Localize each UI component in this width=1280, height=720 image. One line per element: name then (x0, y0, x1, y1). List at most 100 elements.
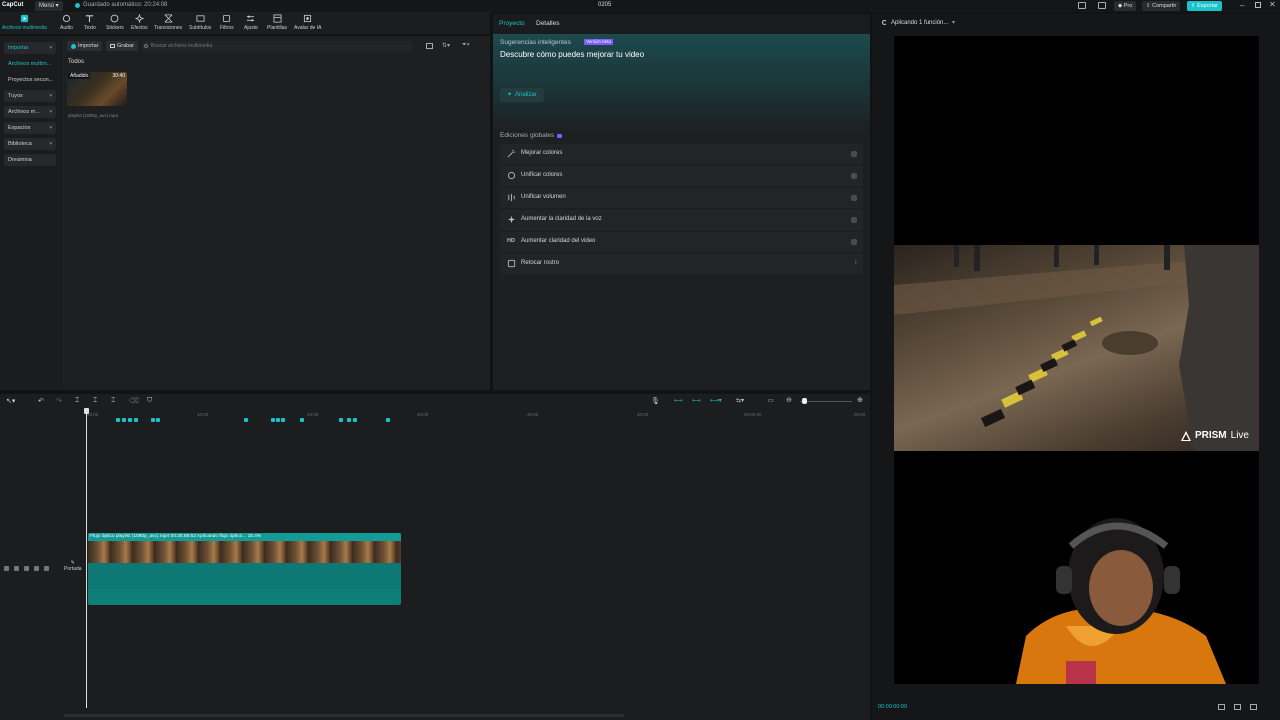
ruler-tick: 40:00 (417, 412, 429, 417)
record-button[interactable]: Grabar (106, 41, 139, 51)
tool-adjust[interactable]: Ajuste (244, 14, 258, 31)
timeline-markers (116, 418, 390, 422)
timeline-toolbar: ↖▾ ↶ ↷ ⌶ ⌶ ⌶ ⌫ ⛉ 🎙 ⟷ ⟷ ⟷▾ ⇆▾ ▭ ⊖ ⊕ (0, 394, 870, 408)
analyze-button[interactable]: ✦ Analizar (500, 88, 544, 102)
magnet-icon[interactable]: ⟷ (692, 397, 701, 404)
delete-icon[interactable]: ⌫ (129, 397, 139, 405)
eye-icon[interactable] (24, 566, 29, 571)
more-icon[interactable] (44, 566, 49, 571)
edit-row-voice-clarity[interactable]: Aumentar la claridad de la voz (500, 210, 863, 230)
edit-row-video-clarity[interactable]: HD Aumentar claridad del video (500, 232, 863, 252)
video-clip[interactable]: Flujo óptico playlist (1080p_avc).mp4 00… (88, 533, 401, 605)
link-clips-icon[interactable]: ⟷ (674, 397, 683, 404)
tool-text[interactable]: Texto (84, 14, 96, 31)
ratio-icon[interactable] (1218, 704, 1225, 710)
filter-icon[interactable]: ⏷▾ (462, 42, 470, 49)
sidebar-item-subprojects[interactable]: Proyectos secun... (4, 74, 56, 86)
tool-filters-label: Filtros (220, 25, 234, 31)
undo-icon[interactable]: ↶ (38, 397, 44, 405)
tool-subtitles[interactable]: Subtítulos (189, 14, 211, 31)
sidebar-item-library[interactable]: Biblioteca ▾ (4, 138, 56, 150)
analyze-label: Analizar (515, 92, 537, 98)
maximize-icon[interactable] (1255, 2, 1261, 8)
export-button[interactable]: ⇧ Exportar (1187, 1, 1222, 11)
subtitles-icon (196, 15, 205, 22)
import-button[interactable]: Importar (67, 41, 103, 51)
sidebar-item-import[interactable]: Importar ▾ (4, 42, 56, 54)
fullscreen-icon[interactable] (1234, 704, 1241, 710)
tool-stickers[interactable]: Stickers (106, 14, 124, 31)
import-button-label: Importar (78, 43, 99, 49)
autosave-icon (75, 2, 80, 8)
search-icon (144, 44, 148, 48)
tool-ai-avatar[interactable]: Avatar de IA (294, 14, 321, 31)
zoom-slider[interactable] (800, 401, 852, 402)
edit-row-enhance-colors[interactable]: Mejorar colores (500, 144, 863, 164)
sidebar-spaces-label: Espacios (8, 125, 31, 131)
edit-row-unify-colors[interactable]: Unificar colores (500, 166, 863, 186)
sidebar-item-spaces[interactable]: Espacios ▾ (4, 122, 56, 134)
media-thumbnail[interactable]: Añadido 30:40 (67, 72, 127, 106)
tab-details[interactable]: Detalles (536, 20, 559, 27)
settings-icon[interactable] (1250, 704, 1257, 710)
share-button[interactable]: ⇪ Compartir (1142, 1, 1181, 11)
zoom-slider-handle[interactable] (802, 398, 807, 404)
toggle-switch[interactable] (851, 217, 857, 223)
sort-icon[interactable]: ⇅▾ (442, 42, 450, 49)
microphone-icon[interactable]: 🎙 (651, 397, 660, 405)
redo-icon[interactable]: ↷ (56, 397, 62, 405)
playhead-handle[interactable] (84, 408, 89, 414)
snap-icon[interactable]: ⟷▾ (710, 397, 722, 404)
sidebar-item-dreamina[interactable]: Dreamina (4, 154, 56, 166)
fit-icon[interactable]: ▭ (768, 397, 774, 404)
tab-project[interactable]: Proyecto (499, 20, 525, 27)
zoom-in-icon[interactable]: ⊕ (857, 396, 863, 404)
tool-audio[interactable]: Audio (60, 14, 73, 31)
edit-row-unify-volume[interactable]: Unificar volumen (500, 188, 863, 208)
zoom-out-icon[interactable]: ⊖ (786, 396, 792, 404)
lock-icon[interactable] (4, 566, 9, 571)
tool-filters[interactable]: Filtros (220, 14, 234, 31)
edit-row-label: Retocar rostro (521, 260, 560, 266)
minimize-icon[interactable]: – (1240, 1, 1244, 10)
tool-media[interactable]: Archivos multimedia (2, 14, 47, 31)
pro-button[interactable]: ◆ Pro (1114, 1, 1137, 11)
chevron-down-icon[interactable]: ▾ (952, 19, 955, 26)
toggle-switch[interactable] (851, 195, 857, 201)
menu-button[interactable]: Menú ▾ (35, 1, 63, 11)
edit-row-retouch-face[interactable]: Retocar rostro › (500, 254, 863, 274)
mute-icon[interactable] (34, 566, 39, 571)
tool-audio-label: Audio (60, 25, 73, 31)
close-icon[interactable]: ✕ (1269, 0, 1276, 9)
video-canvas[interactable]: PRISM Live (894, 36, 1259, 684)
trim-left-icon[interactable]: ⌶ (93, 397, 97, 405)
trim-right-icon[interactable]: ⌶ (111, 397, 115, 405)
keyboard-icon[interactable] (1098, 2, 1106, 9)
smart-suggestions-card (493, 34, 870, 132)
tool-templates[interactable]: Plantillas (267, 14, 287, 31)
playhead[interactable] (86, 408, 87, 708)
autosave-status: Guardado automático: 20:24:08 (75, 2, 167, 8)
chevron-down-icon: ▾ (49, 109, 52, 115)
timeline-scrollbar[interactable] (64, 714, 624, 717)
search-input[interactable]: Buscar archivos multimedia (142, 41, 412, 51)
toggle-switch[interactable] (851, 173, 857, 179)
sidebar-item-media-files[interactable]: Archivos multim... (4, 58, 56, 70)
tool-effects[interactable]: Efectos (131, 14, 148, 31)
toggle-switch[interactable] (851, 151, 857, 157)
marker (116, 418, 120, 422)
grid-view-icon[interactable] (426, 43, 433, 49)
preview-panel: Aplicando 1 función... ▾ PRISM Live 00:0… (872, 14, 1280, 720)
select-tool-icon[interactable]: ↖▾ (6, 397, 15, 405)
preview-axis-icon[interactable]: ⇆▾ (736, 397, 744, 404)
tool-transitions[interactable]: Transiciones (154, 14, 182, 31)
hide-icon[interactable] (14, 566, 19, 571)
thumb-filename: playlist (1080p_avc).mp4 (68, 113, 119, 118)
sidebar-item-files[interactable]: Archivos m... ▾ (4, 106, 56, 118)
sidebar-item-yours[interactable]: Tuyos ▾ (4, 90, 56, 102)
marker-icon[interactable]: ⛉ (147, 397, 152, 405)
layout-icon[interactable] (1078, 2, 1086, 9)
toggle-switch[interactable] (851, 239, 857, 245)
split-icon[interactable]: ⌶ (75, 397, 79, 405)
cover-button[interactable]: ✎ Portada (64, 560, 82, 572)
